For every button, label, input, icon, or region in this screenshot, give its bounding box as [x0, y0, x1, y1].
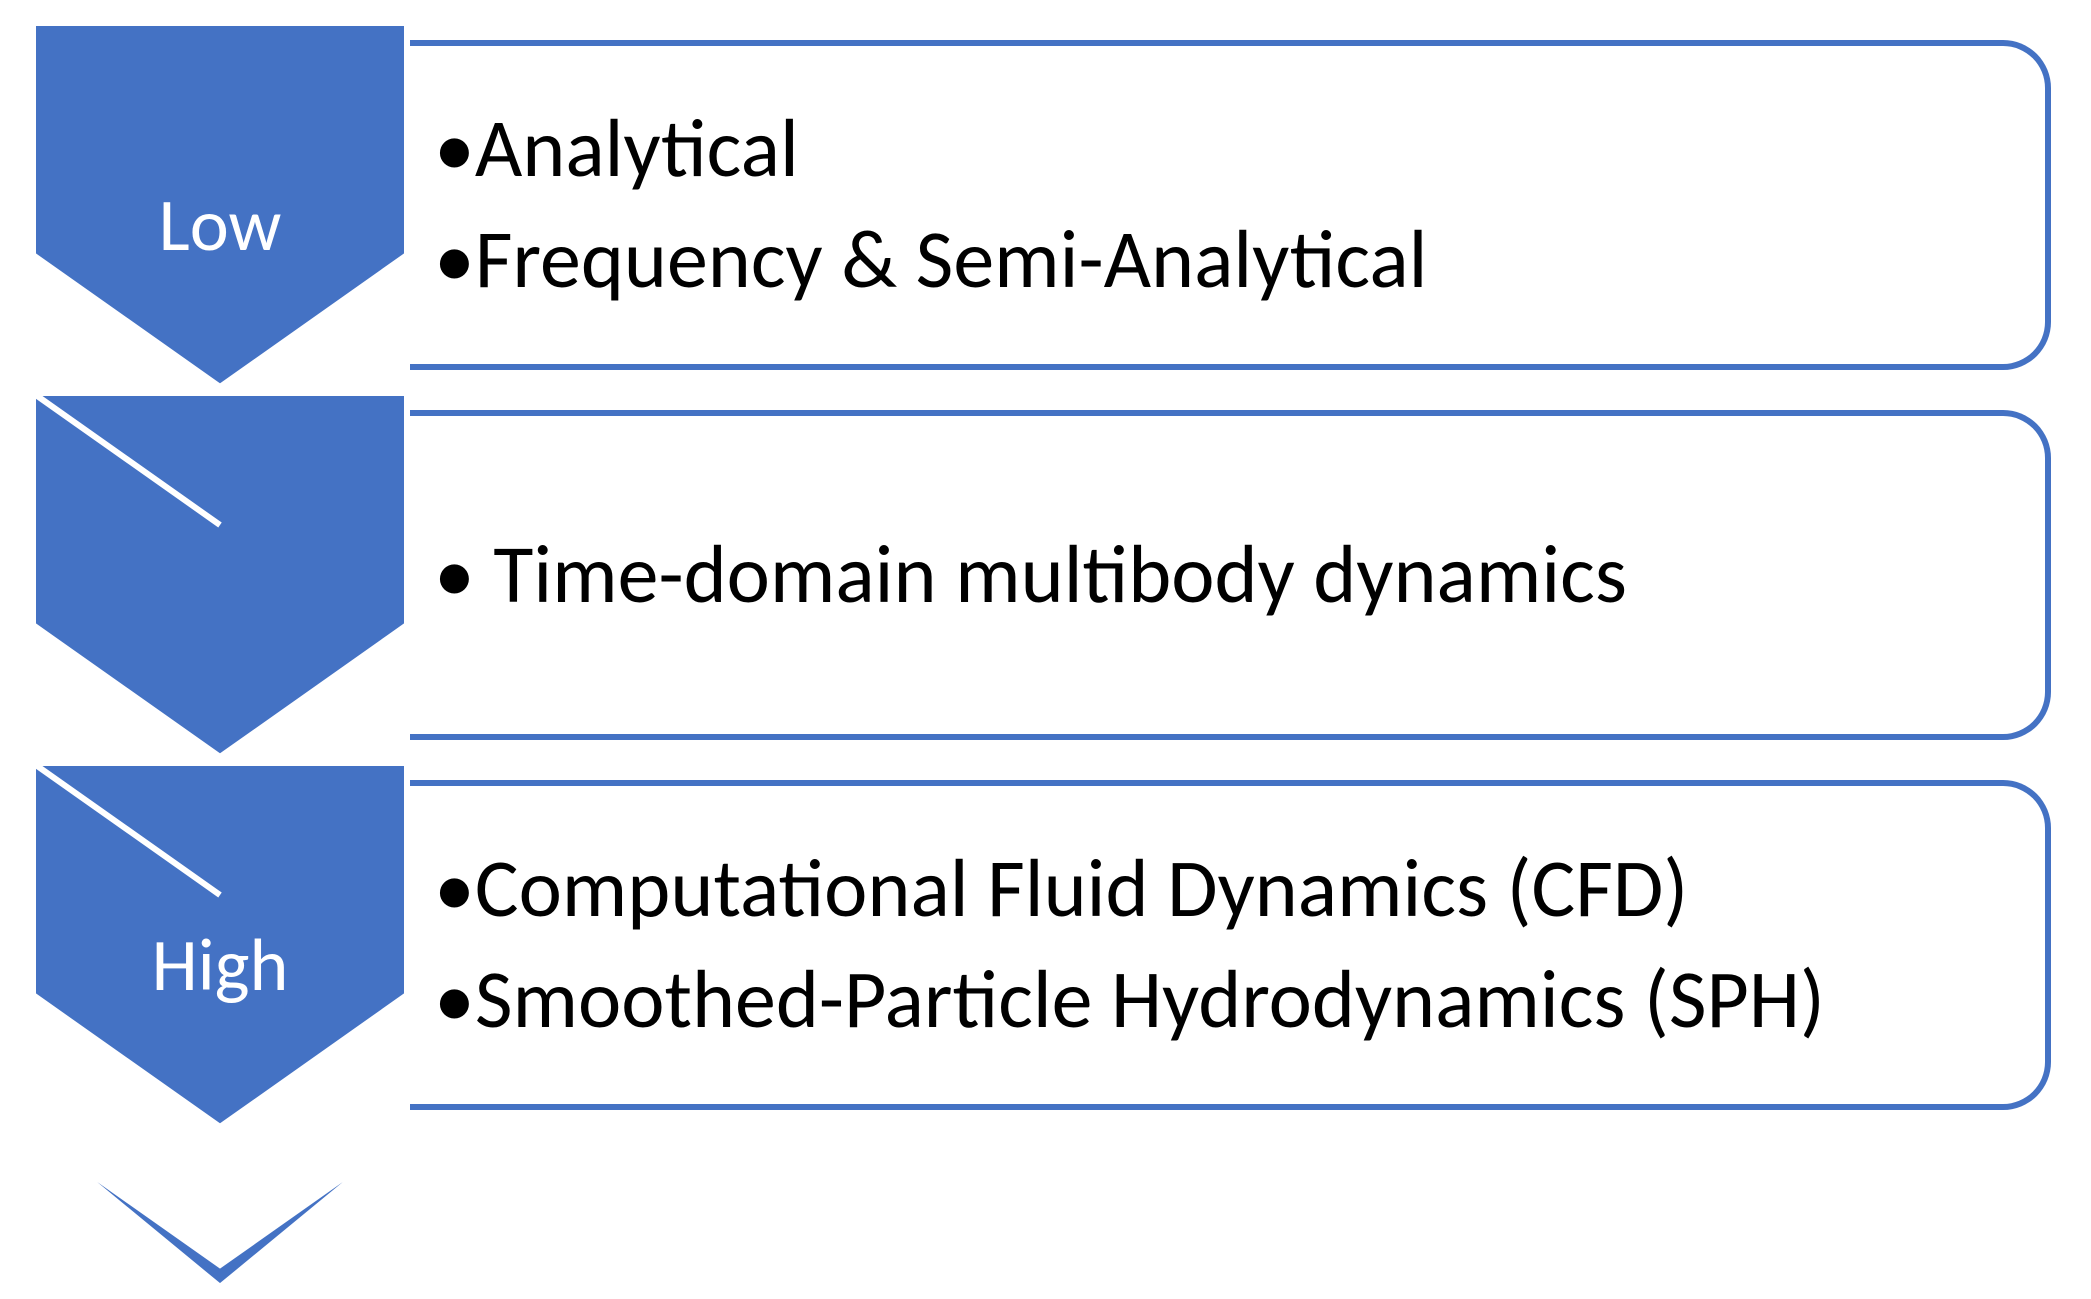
content-item: •Smoothed-Particle Hydrodynamics (SPH) — [434, 945, 2015, 1056]
content-box-mid: • Time-domain multibody dynamics — [410, 410, 2051, 740]
content-item: •Analytical — [434, 94, 2015, 205]
content-item: • Time-domain multibody dynamics — [434, 520, 2015, 631]
fidelity-diagram: Low •Analytical •Frequency & Semi-Analyt… — [30, 20, 2051, 1290]
chevron-label-mid — [30, 390, 410, 760]
chevron-mid — [30, 390, 410, 760]
chevron-label-low: Low — [30, 20, 410, 390]
content-box-high: •Computational Fluid Dynamics (CFD) •Smo… — [410, 780, 2051, 1110]
content-item: •Computational Fluid Dynamics (CFD) — [434, 834, 2015, 945]
chevron-tail — [30, 1130, 410, 1290]
diagram-row-mid: • Time-domain multibody dynamics — [30, 390, 2051, 760]
diagram-row-high: High •Computational Fluid Dynamics (CFD)… — [30, 760, 2051, 1130]
chevron-low: Low — [30, 20, 410, 390]
diagram-row-low: Low •Analytical •Frequency & Semi-Analyt… — [30, 20, 2051, 390]
diagram-tail — [30, 1130, 2051, 1290]
content-box-low: •Analytical •Frequency & Semi-Analytical — [410, 40, 2051, 370]
chevron-label-high: High — [30, 760, 410, 1130]
content-item: •Frequency & Semi-Analytical — [434, 205, 2015, 316]
chevron-high: High — [30, 760, 410, 1130]
